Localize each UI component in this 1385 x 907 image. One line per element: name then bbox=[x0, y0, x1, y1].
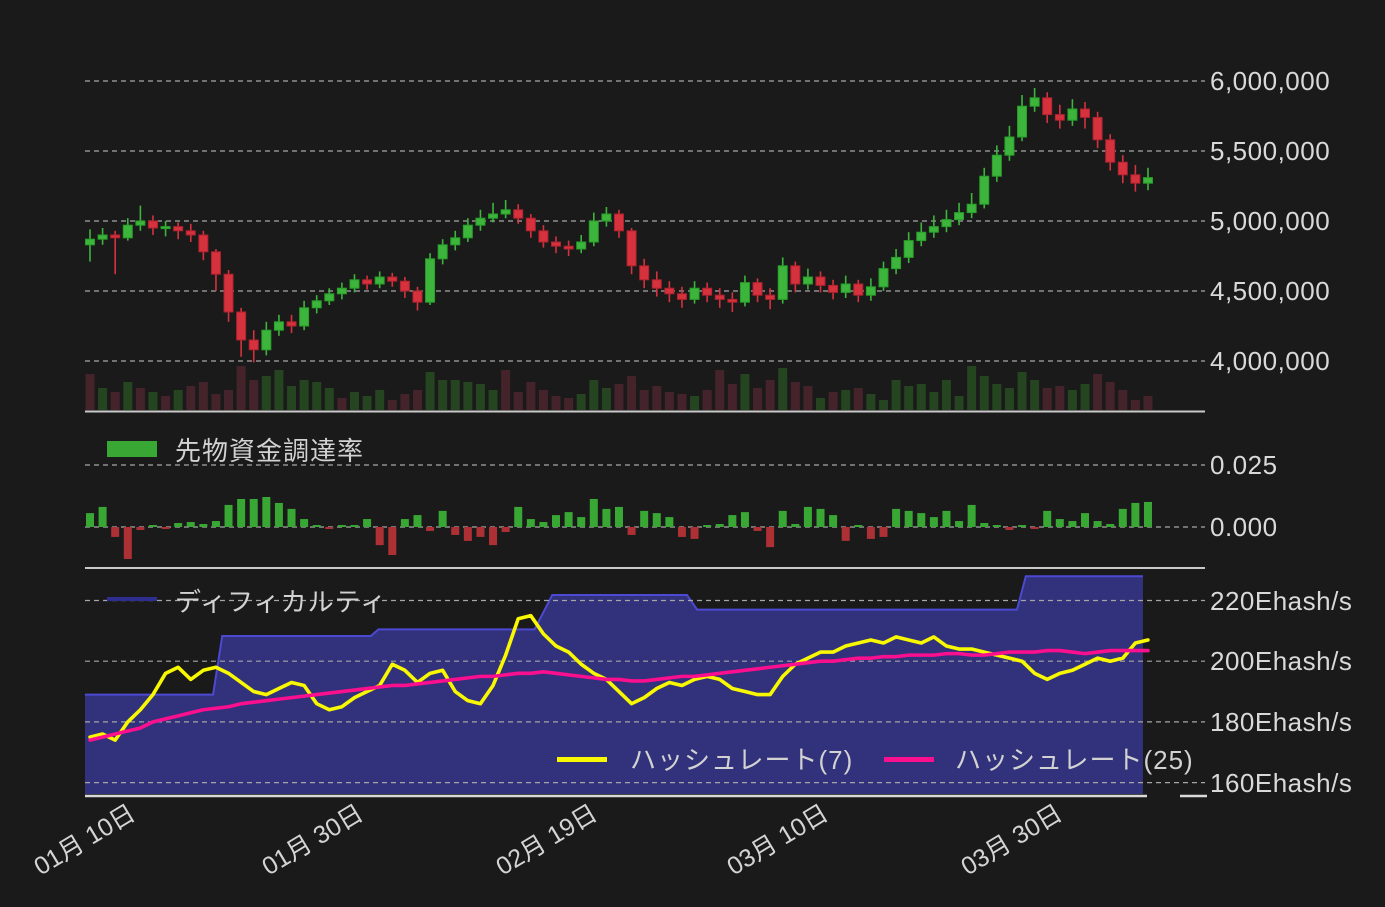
hashrate7-legend-label[interactable]: ハッシュレート(7) bbox=[630, 747, 853, 773]
funding-rate-legend-swatch[interactable] bbox=[107, 441, 157, 457]
trading-chart-page: 先物資金調達率 ディフィカルティ ハッシュレート(7) ハッシュレート(25) … bbox=[0, 0, 1385, 907]
hashrate-axis-label: 200Ehash/s bbox=[1210, 646, 1353, 677]
volume-series bbox=[85, 366, 1153, 410]
hashrate-axis-label: 180Ehash/s bbox=[1210, 706, 1353, 737]
price-axis-label: 4,000,000 bbox=[1210, 346, 1331, 376]
price-axis-label: 5,000,000 bbox=[1210, 206, 1331, 236]
funding-axis-label: 0.025 bbox=[1210, 450, 1278, 480]
funding-rate-series bbox=[86, 496, 1152, 559]
price-axis-label: 6,000,000 bbox=[1210, 66, 1331, 96]
price-axis-label: 4,500,000 bbox=[1210, 276, 1331, 306]
price-axis-label: 5,500,000 bbox=[1210, 136, 1331, 166]
hashrate-axis-label: 220Ehash/s bbox=[1210, 585, 1353, 616]
funding-rate-legend-label[interactable]: 先物資金調達率 bbox=[175, 438, 364, 464]
difficulty-legend-swatch[interactable] bbox=[107, 597, 157, 601]
funding-axis-label: 0.000 bbox=[1210, 512, 1278, 542]
hashrate25-legend-swatch[interactable] bbox=[884, 757, 934, 762]
candlestick-series bbox=[85, 88, 1153, 363]
hashrate-axis-label: 160Ehash/s bbox=[1210, 767, 1353, 798]
hashrate7-legend-swatch[interactable] bbox=[557, 757, 607, 762]
hashrate25-legend-label[interactable]: ハッシュレート(25) bbox=[955, 747, 1194, 773]
difficulty-legend-label[interactable]: ディフィカルティ bbox=[175, 589, 387, 615]
